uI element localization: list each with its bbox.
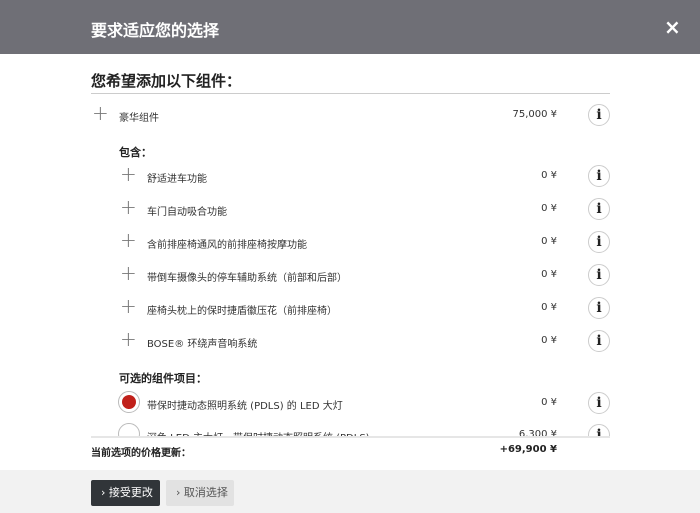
plus-icon[interactable]: +	[92, 101, 109, 125]
included-item: + BOSE® 环绕声音响系统 0 ¥ i	[0, 327, 700, 354]
item-label: 含前排座椅通风的前排座椅按摩功能	[147, 240, 307, 251]
plus-icon[interactable]: +	[120, 162, 137, 186]
section-title: 您希望添加以下组件：	[91, 72, 242, 90]
divider	[91, 93, 610, 94]
item-label: BOSE® 环绕声音响系统	[147, 339, 258, 350]
plus-icon[interactable]: +	[120, 294, 137, 318]
radio-button[interactable]	[118, 391, 140, 413]
item-price: 0 ¥	[541, 397, 557, 408]
info-icon[interactable]: i	[588, 330, 610, 352]
dialog-footer: › 接受更改 › 取消选择	[0, 470, 700, 513]
close-icon[interactable]: ×	[664, 15, 681, 39]
optional-label: 可选的组件项目：	[119, 372, 207, 385]
included-item: + 座椅头枕上的保时捷盾徽压花（前排座椅） 0 ¥ i	[0, 294, 700, 321]
info-icon[interactable]: i	[588, 198, 610, 220]
included-item: + 舒适进车功能 0 ¥ i	[0, 162, 700, 189]
plus-icon[interactable]: +	[120, 261, 137, 285]
optional-item[interactable]: 带保时捷动态照明系统 (PDLS) 的 LED 大灯 0 ¥ i	[0, 391, 700, 416]
info-icon[interactable]: i	[588, 264, 610, 286]
plus-icon[interactable]: +	[120, 195, 137, 219]
package-row: + 豪华组件 75,000 ¥ i	[0, 101, 700, 128]
scroll-edge	[91, 436, 610, 438]
includes-label: 包含：	[119, 146, 152, 159]
plus-icon[interactable]: +	[120, 327, 137, 351]
item-label: 带倒车摄像头的停车辅助系统（前部和后部）	[147, 273, 347, 284]
summary-label: 当前选项的价格更新：	[91, 448, 191, 459]
cancel-button[interactable]: › 取消选择	[166, 480, 234, 506]
dialog-header: 要求适应您的选择 ×	[0, 0, 700, 54]
dialog-title: 要求适应您的选择	[91, 21, 220, 40]
info-icon[interactable]: i	[588, 104, 610, 126]
accept-button[interactable]: › 接受更改	[91, 480, 160, 506]
included-item: + 带倒车摄像头的停车辅助系统（前部和后部） 0 ¥ i	[0, 261, 700, 288]
item-label: 车门自动吸合功能	[147, 207, 227, 218]
info-icon[interactable]: i	[588, 297, 610, 319]
info-icon[interactable]: i	[588, 165, 610, 187]
components-list[interactable]: + 豪华组件 75,000 ¥ i 包含： + 舒适进车功能 0 ¥ i + 车门…	[0, 96, 700, 438]
plus-icon[interactable]: +	[120, 228, 137, 252]
package-label: 豪华组件	[119, 113, 159, 124]
included-item: + 车门自动吸合功能 0 ¥ i	[0, 195, 700, 222]
item-price: 0 ¥	[541, 302, 557, 313]
info-icon[interactable]: i	[588, 392, 610, 414]
item-label: 舒适进车功能	[147, 174, 207, 185]
included-item: + 含前排座椅通风的前排座椅按摩功能 0 ¥ i	[0, 228, 700, 255]
info-icon[interactable]: i	[588, 231, 610, 253]
package-price: 75,000 ¥	[512, 109, 557, 120]
item-price: 0 ¥	[541, 203, 557, 214]
item-price: 0 ¥	[541, 335, 557, 346]
summary-value: +69,900 ¥	[499, 444, 557, 455]
item-price: 0 ¥	[541, 269, 557, 280]
item-label: 座椅头枕上的保时捷盾徽压花（前排座椅）	[147, 306, 337, 317]
item-label: 带保时捷动态照明系统 (PDLS) 的 LED 大灯	[147, 401, 343, 412]
item-price: 0 ¥	[541, 236, 557, 247]
item-price: 0 ¥	[541, 170, 557, 181]
